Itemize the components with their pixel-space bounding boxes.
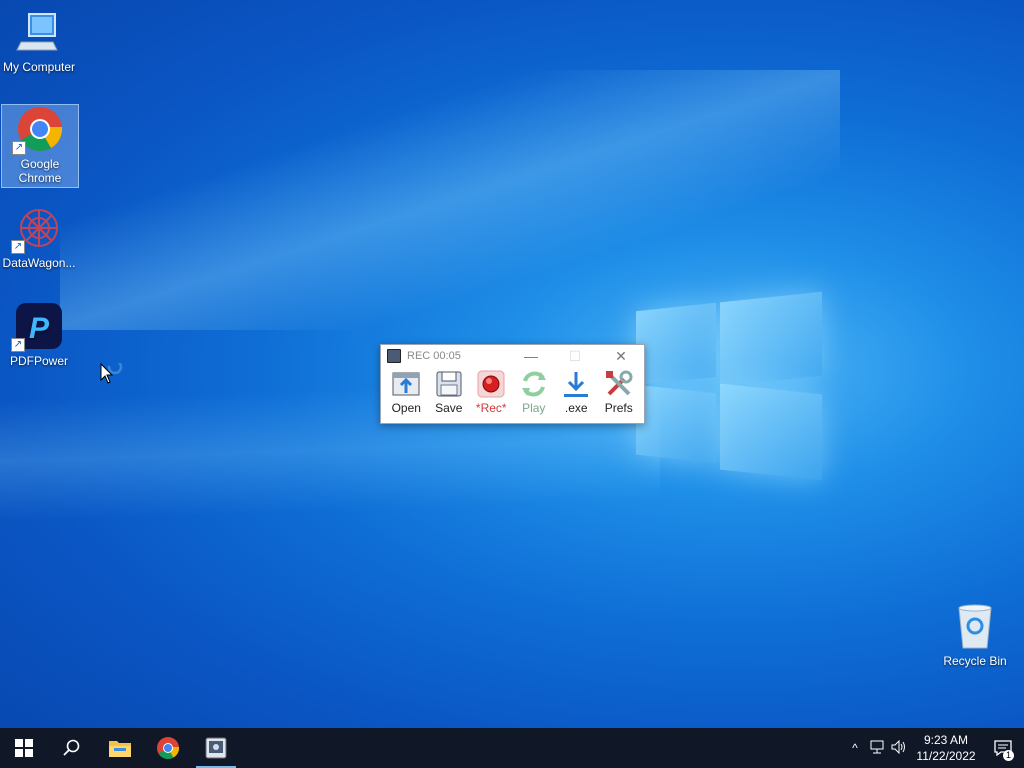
maximize-button[interactable]: ☐ xyxy=(553,345,597,367)
close-button[interactable]: ✕ xyxy=(599,345,643,367)
desktop-icon-pdfpower[interactable]: P ↗ PDFPower xyxy=(1,302,77,372)
desktop-icon-my-computer[interactable]: My Computer xyxy=(1,8,77,78)
clock-time: 9:23 AM xyxy=(923,733,969,747)
open-button[interactable]: Open xyxy=(385,369,428,419)
shortcut-arrow-icon: ↗ xyxy=(11,240,25,254)
minimize-button[interactable]: — xyxy=(509,345,553,367)
taskbar-chrome[interactable] xyxy=(144,728,192,768)
start-button[interactable] xyxy=(0,728,48,768)
show-hidden-icons-chevron-up-icon[interactable]: ^ xyxy=(844,741,866,755)
network-icon[interactable] xyxy=(866,740,888,757)
recorder-title: REC 00:05 xyxy=(407,350,461,362)
desktop-icon-label: Recycle Bin xyxy=(943,654,1007,668)
notification-center-button[interactable]: 1 xyxy=(982,728,1024,768)
windows-start-icon xyxy=(15,739,33,757)
svg-text:P: P xyxy=(29,312,50,345)
recycle-bin-icon xyxy=(951,602,999,650)
shortcut-arrow-icon: ↗ xyxy=(12,141,26,155)
download-icon xyxy=(561,369,591,399)
volume-icon[interactable] xyxy=(888,739,910,757)
computer-icon xyxy=(15,8,63,56)
play-icon xyxy=(519,369,549,399)
datawagon-icon: ↗ xyxy=(11,204,63,254)
save-button[interactable]: Save xyxy=(428,369,471,419)
mouse-cursor-icon xyxy=(100,359,130,392)
recorder-app-icon xyxy=(387,349,401,363)
prefs-button[interactable]: Prefs xyxy=(598,369,641,419)
search-icon xyxy=(63,739,80,756)
chrome-icon xyxy=(157,737,180,759)
desktop-icon-recycle-bin[interactable]: Recycle Bin xyxy=(937,602,1013,672)
desktop-icon-label: DataWagon... xyxy=(2,256,76,270)
record-button[interactable]: *Rec* xyxy=(470,369,513,419)
taskbar: ^ 9:23 AM 11/22/2022 1 xyxy=(0,728,1024,768)
search-button[interactable] xyxy=(48,728,96,768)
folder-icon xyxy=(109,741,131,757)
desktop-icon-google-chrome[interactable]: ↗ Google Chrome xyxy=(1,104,79,188)
chrome-icon: ↗ xyxy=(12,105,64,155)
desktop-icon-label: Google Chrome xyxy=(18,157,62,185)
recorder-app-icon xyxy=(205,737,227,759)
export-exe-button[interactable]: .exe xyxy=(555,369,598,419)
recorder-toolbar: Open Save *Rec* Play .exe Prefs xyxy=(381,367,644,419)
desktop-icon-datawagon[interactable]: ↗ DataWagon... xyxy=(1,204,77,274)
taskbar-file-explorer[interactable] xyxy=(96,728,144,768)
system-tray: ^ 9:23 AM 11/22/2022 1 xyxy=(844,728,1024,768)
shortcut-arrow-icon: ↗ xyxy=(11,338,25,352)
play-button[interactable]: Play xyxy=(513,369,556,419)
clock[interactable]: 9:23 AM 11/22/2022 xyxy=(910,732,982,764)
recorder-window[interactable]: REC 00:05 — ☐ ✕ Open Save *Rec* Play .ex… xyxy=(380,344,645,424)
record-icon xyxy=(476,369,506,399)
pdfpower-icon: P ↗ xyxy=(11,302,63,352)
taskbar-recorder[interactable] xyxy=(192,728,240,768)
notification-count-badge: 1 xyxy=(1003,750,1014,761)
windows-logo-wallpaper xyxy=(636,289,824,481)
desktop-icon-label: PDFPower xyxy=(9,354,68,368)
desktop-icon-label: My Computer xyxy=(2,60,76,74)
prefs-icon xyxy=(604,369,634,399)
clock-date: 11/22/2022 xyxy=(916,749,976,763)
save-icon xyxy=(434,369,464,399)
open-icon xyxy=(391,369,421,399)
